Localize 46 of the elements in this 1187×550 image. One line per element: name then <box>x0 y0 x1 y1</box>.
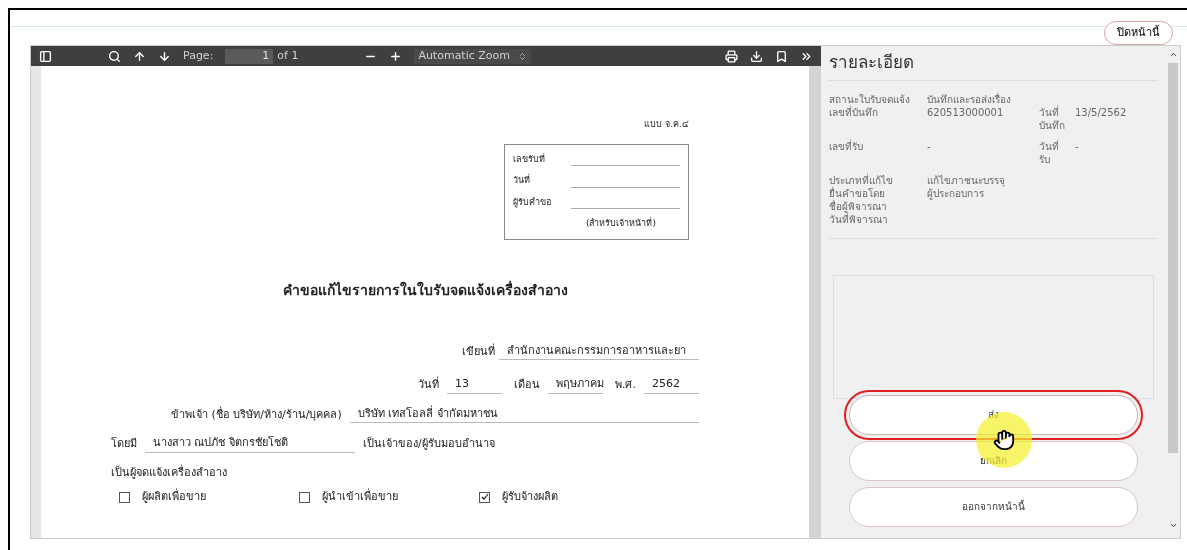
detail-value: บันทึกและรอส่งเรื่อง <box>927 92 1012 106</box>
panel-title: รายละเอียด <box>829 52 914 72</box>
detail-value: แก้ไขภาชนะบรรจุ <box>927 173 1006 187</box>
written-at-value: สำนักงานคณะกรรมการอาหารและยา <box>499 342 699 360</box>
side-label: วันที่ รับ <box>1039 139 1060 166</box>
applicant-label: ข้าพเจ้า (ชื่อ บริษัท/ห้าง/ร้าน/บุคคล) <box>171 406 342 423</box>
date-value: 2562 <box>644 376 699 394</box>
date-label: วันที่ <box>418 377 439 393</box>
page-label: Page: <box>183 47 214 64</box>
office-field-label: เลขรับที่ <box>513 152 546 166</box>
detail-label: เลขที่รับ <box>829 139 864 154</box>
representative-label: โดยมี <box>111 436 137 452</box>
detail-label: เลขที่บันทึก <box>829 105 879 120</box>
office-note: (สำหรับเจ้าหน้าที่) <box>585 217 656 230</box>
document-title: คำขอแก้ไขรายการในใบรับจดแจ้งเครื่องสำอาง <box>282 279 568 300</box>
representative-value: นางสาว ณปภัช จิตกรชัยโชติ <box>145 435 355 453</box>
checkbox-label: ผู้นำเข้าเพื่อขาย <box>322 489 398 505</box>
detail-value: - <box>927 139 932 154</box>
zoom-select[interactable]: Automatic Zoom <box>414 48 531 64</box>
detail-label: ประเภทที่แก้ไข <box>829 173 894 186</box>
page-count: of 1 <box>277 47 299 64</box>
page-number-field[interactable]: 1 <box>225 48 274 64</box>
side-value: - <box>1075 139 1079 154</box>
written-at-label: เขียนที่ <box>462 343 495 360</box>
action-button[interactable]: ออกจากหน้านี้ <box>849 486 1138 527</box>
close-page-button[interactable]: ปิดหน้านี้ <box>1104 21 1173 45</box>
checkbox-label: ผู้ผลิตเพื่อขาย <box>142 489 206 505</box>
detail-label: วันที่พิจารณา <box>829 212 889 226</box>
checkbox-label: ผู้รับจ้างผลิต <box>502 489 558 505</box>
detail-label: ยื่นคำขอโดย <box>829 186 886 199</box>
detail-value: ผู้ประกอบการ <box>927 187 985 200</box>
side-value: 13/5/2562 <box>1075 105 1127 120</box>
form-code: แบบ จ.ค.๔ <box>644 118 689 131</box>
office-field-label: วันที่ <box>513 174 531 187</box>
detail-label: สถานะใบรับจดแจ้ง <box>829 92 911 105</box>
date-label: เดือน <box>514 377 540 393</box>
date-label: พ.ศ. <box>615 377 636 393</box>
detail-label: ชื่อผู้พิจารณา <box>829 199 888 213</box>
detail-value: 620513000001 <box>927 105 1005 120</box>
notifier-label: เป็นผู้จดแจ้งเครื่องสำอาง <box>111 465 227 479</box>
representative-role: เป็นเจ้าของ/ผู้รับมอบอำนาจ <box>363 436 495 452</box>
date-value: 13 <box>447 376 502 394</box>
applicant-value: บริษัท เทสโอลลี่ จำกัดมหาชน <box>349 405 699 423</box>
date-value: พฤษภาคม <box>548 376 603 394</box>
office-field-label: ผู้รับคำขอ <box>513 195 552 209</box>
side-label: วันที่ บันทึก <box>1039 105 1066 132</box>
